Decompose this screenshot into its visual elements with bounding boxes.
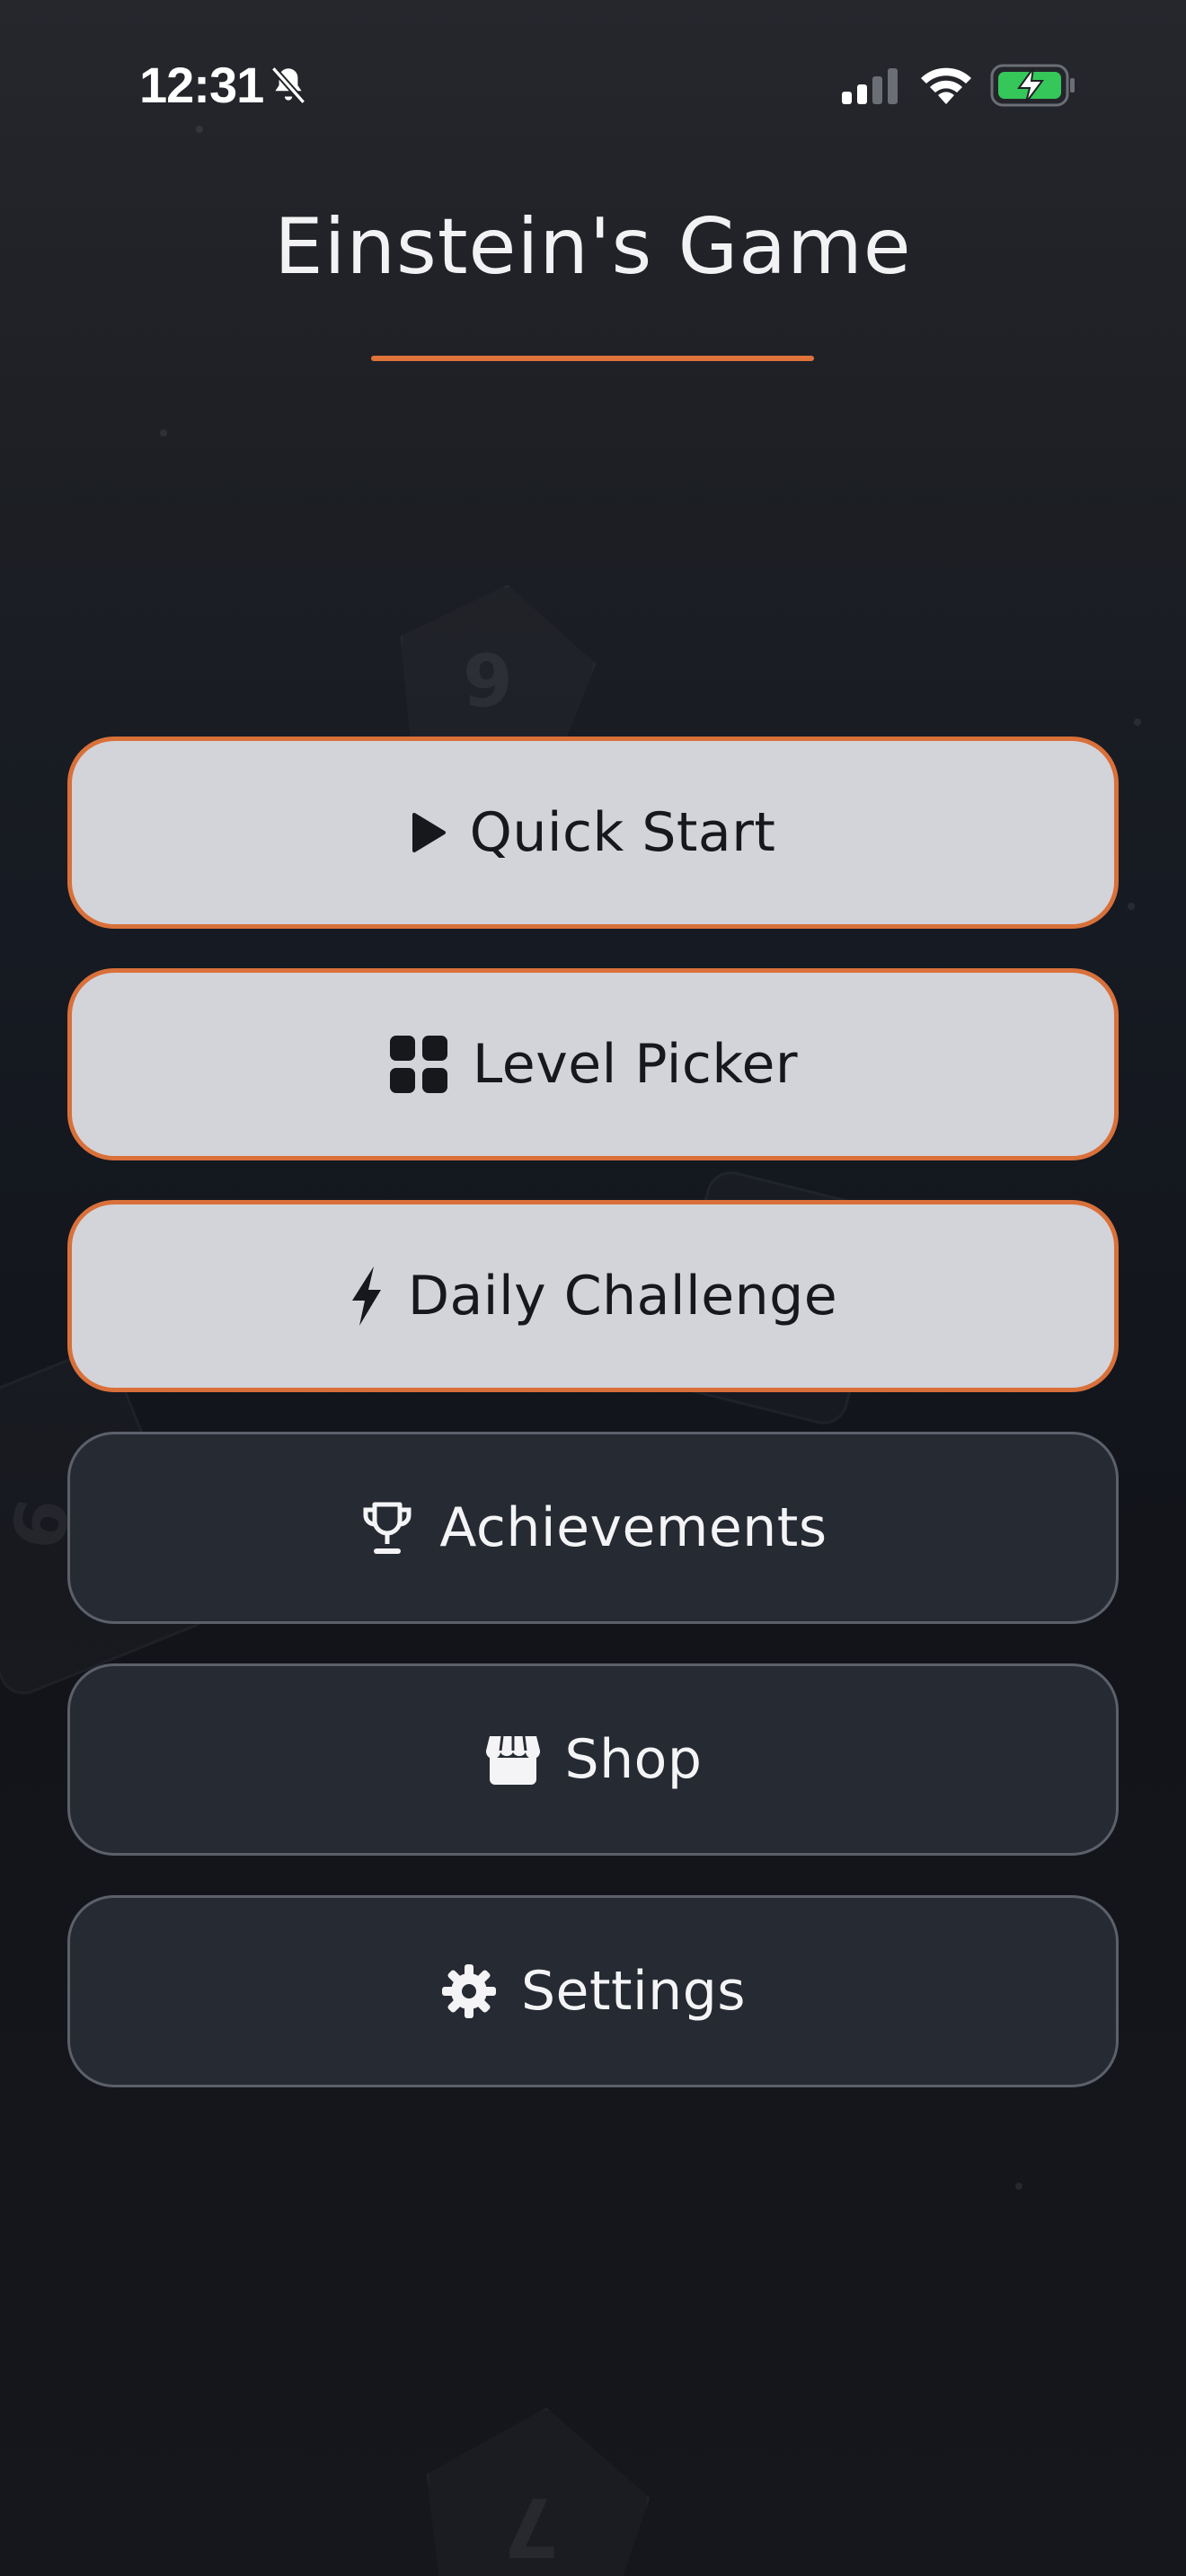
play-icon: [411, 812, 447, 853]
background-dot: [160, 429, 167, 437]
background-tile-digit: 9: [463, 640, 513, 723]
main-menu-screen: 9 6 7 12:31 Einstein's Game Quick Start …: [0, 0, 1186, 2576]
title-underline: [371, 356, 814, 361]
lightning-icon: [349, 1265, 385, 1328]
status-bar: 12:31: [0, 0, 1186, 171]
achievements-label: Achievements: [439, 1496, 828, 1559]
store-icon: [484, 1733, 542, 1786]
shop-button[interactable]: Shop: [67, 1663, 1119, 1856]
settings-button[interactable]: Settings: [67, 1895, 1119, 2087]
quick-start-button[interactable]: Quick Start: [67, 737, 1119, 929]
daily-challenge-label: Daily Challenge: [407, 1265, 838, 1328]
cellular-signal-icon: [840, 66, 899, 106]
bell-slash-icon: [266, 63, 311, 108]
achievements-button[interactable]: Achievements: [67, 1432, 1119, 1624]
shop-label: Shop: [564, 1728, 703, 1791]
wifi-icon: [918, 63, 974, 106]
background-tile-digit: 7: [503, 2479, 560, 2573]
quick-start-label: Quick Start: [469, 801, 776, 864]
daily-challenge-button[interactable]: Daily Challenge: [67, 1200, 1119, 1392]
battery-charging-icon: [990, 63, 1076, 108]
trophy-icon: [358, 1499, 416, 1557]
status-time: 12:31: [139, 57, 264, 113]
background-dot: [1128, 903, 1135, 910]
grid-icon: [388, 1034, 449, 1095]
background-dot: [1134, 719, 1141, 726]
level-picker-button[interactable]: Level Picker: [67, 968, 1119, 1160]
background-dot: [1015, 2183, 1022, 2190]
level-picker-label: Level Picker: [472, 1033, 799, 1096]
gear-icon: [440, 1963, 498, 2020]
page-title: Einstein's Game: [274, 202, 912, 292]
settings-label: Settings: [520, 1960, 747, 2023]
